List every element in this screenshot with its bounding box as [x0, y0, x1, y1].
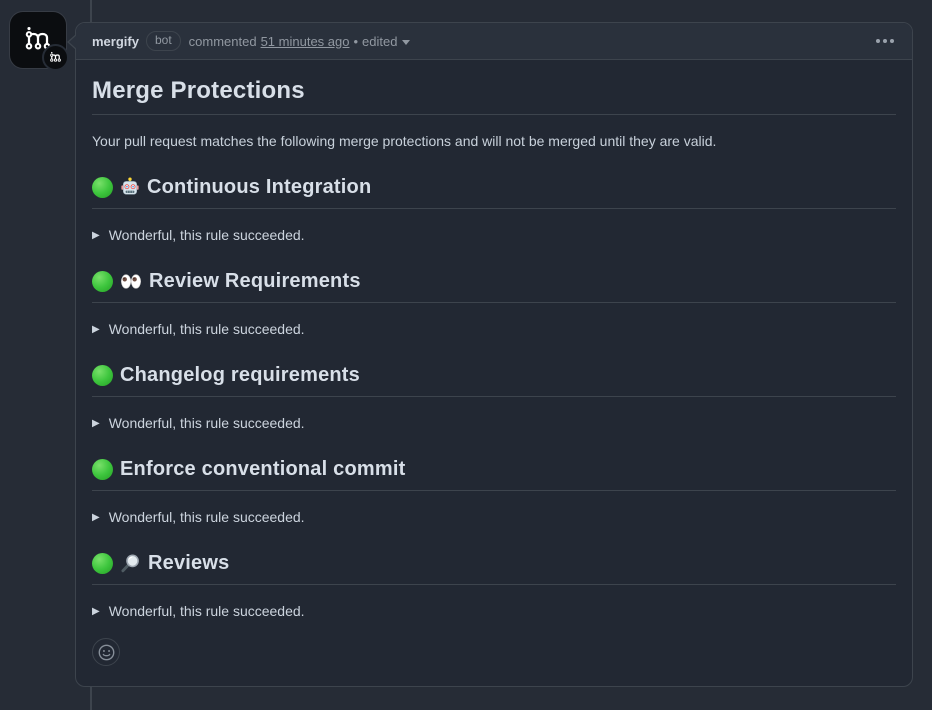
disclosure-triangle-icon: ▶	[92, 601, 100, 622]
rule-status-details: ▶ Wonderful, this rule succeeded.	[92, 601, 896, 622]
rule-status-text: Wonderful, this rule succeeded.	[109, 319, 305, 340]
green-circle-emoji	[92, 459, 113, 480]
rule-status-details: ▶ Wonderful, this rule succeeded.	[92, 319, 896, 340]
rule-status-details: ▶ Wonderful, this rule succeeded.	[92, 225, 896, 246]
author-login[interactable]: mergify	[92, 34, 139, 49]
rule-heading-changelog-requirements: Changelog requirements	[92, 362, 896, 397]
rule-status-text: Wonderful, this rule succeeded.	[109, 413, 305, 434]
eyes-emoji	[120, 273, 142, 290]
rule-heading-review-requirements: Review Requirements	[92, 268, 896, 303]
rule-heading-reviews: Reviews	[92, 550, 896, 585]
chevron-down-icon	[402, 40, 410, 45]
disclosure-triangle-icon: ▶	[92, 413, 100, 434]
rule-title-text: Continuous Integration	[147, 174, 371, 200]
rule-status-summary[interactable]: ▶ Wonderful, this rule succeeded.	[92, 319, 896, 340]
rule-status-summary[interactable]: ▶ Wonderful, this rule succeeded.	[92, 413, 896, 434]
rule-title-text: Reviews	[148, 550, 229, 576]
rule-status-summary[interactable]: ▶ Wonderful, this rule succeeded.	[92, 601, 896, 622]
action-label: commented	[189, 34, 257, 49]
disclosure-triangle-icon: ▶	[92, 319, 100, 340]
rule-title-text: Changelog requirements	[120, 362, 360, 388]
rule-title-text: Review Requirements	[149, 268, 361, 294]
page-title: Merge Protections	[92, 76, 896, 115]
green-circle-emoji	[92, 177, 113, 198]
rule-status-summary[interactable]: ▶ Wonderful, this rule succeeded.	[92, 225, 896, 246]
rule-status-text: Wonderful, this rule succeeded.	[109, 225, 305, 246]
green-circle-emoji	[92, 365, 113, 386]
bot-badge: bot	[146, 31, 181, 50]
green-circle-emoji	[92, 553, 113, 574]
kebab-horizontal-icon[interactable]	[874, 33, 896, 49]
disclosure-triangle-icon: ▶	[92, 507, 100, 528]
rule-status-text: Wonderful, this rule succeeded.	[109, 507, 305, 528]
comment-card: mergify bot commented 51 minutes ago • e…	[75, 22, 913, 687]
rule-status-details: ▶ Wonderful, this rule succeeded.	[92, 507, 896, 528]
smiley-icon	[98, 644, 115, 661]
magnifying-glass-emoji	[120, 553, 141, 574]
green-circle-emoji	[92, 271, 113, 292]
edited-dropdown[interactable]: edited	[362, 34, 410, 49]
meta-separator: •	[353, 34, 358, 49]
rule-status-summary[interactable]: ▶ Wonderful, this rule succeeded.	[92, 507, 896, 528]
bot-identity-badge	[42, 44, 69, 71]
rule-status-text: Wonderful, this rule succeeded.	[109, 601, 305, 622]
add-reaction-button[interactable]	[92, 638, 120, 666]
intro-text: Your pull request matches the following …	[92, 131, 896, 152]
rule-heading-continuous-integration: Continuous Integration	[92, 174, 896, 209]
timestamp-link[interactable]: 51 minutes ago	[261, 34, 350, 49]
comment-header: mergify bot commented 51 minutes ago • e…	[76, 23, 912, 60]
mergify-logo-badge-icon	[48, 50, 63, 65]
rule-heading-enforce-conventional-commit: Enforce conventional commit	[92, 456, 896, 491]
robot-emoji	[120, 177, 140, 197]
edited-label: edited	[362, 34, 397, 49]
disclosure-triangle-icon: ▶	[92, 225, 100, 246]
rule-status-details: ▶ Wonderful, this rule succeeded.	[92, 413, 896, 434]
rule-title-text: Enforce conventional commit	[120, 456, 405, 482]
comment-body: Merge Protections Your pull request matc…	[76, 60, 912, 682]
